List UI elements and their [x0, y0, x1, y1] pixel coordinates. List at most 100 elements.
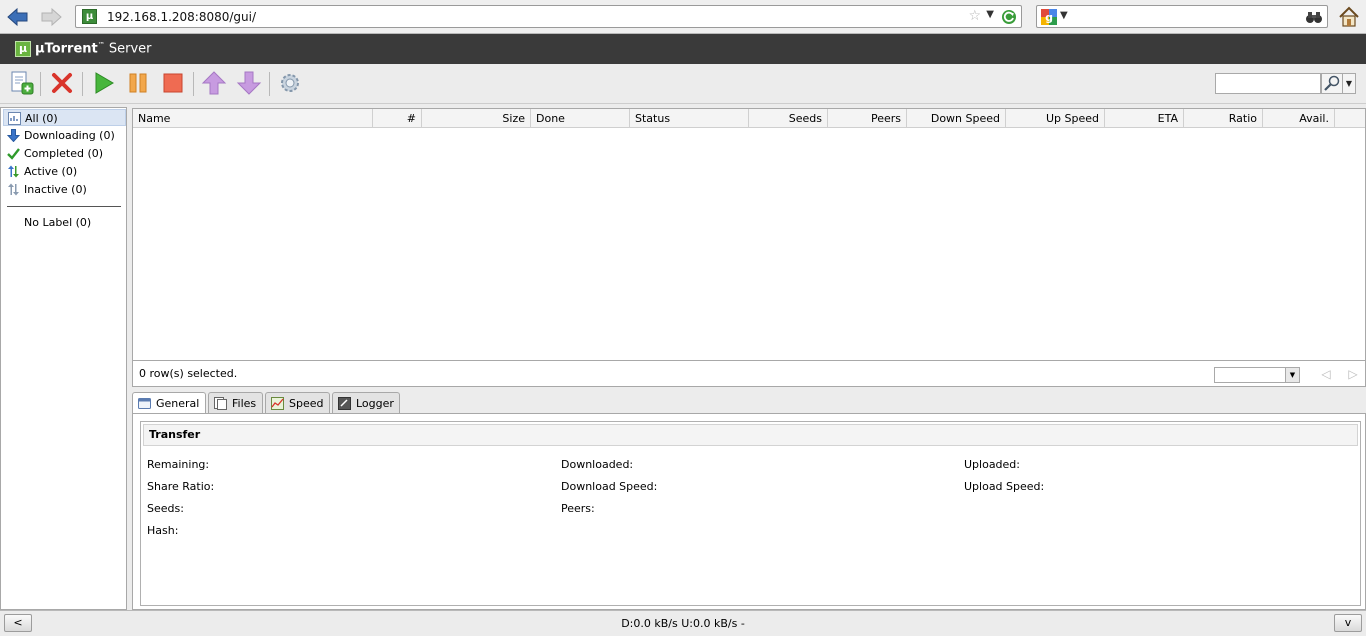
category-label: Downloading (0): [24, 129, 115, 142]
column-header-ratio[interactable]: Ratio: [1184, 109, 1263, 128]
column-header-status[interactable]: Status: [630, 109, 749, 128]
column-header-size[interactable]: Size: [422, 109, 531, 128]
column-header-peers[interactable]: Peers: [828, 109, 907, 128]
transfer-speed-status: D:0.0 kB/s U:0.0 kB/s -: [621, 617, 745, 630]
column-header-eta[interactable]: ETA: [1105, 109, 1184, 128]
download-speed-label: Download Speed:: [561, 480, 658, 493]
category-completed[interactable]: Completed (0): [3, 145, 126, 162]
general-tab-panel: Transfer Remaining: Downloaded: Uploaded…: [132, 413, 1366, 610]
url-history-dropdown-icon[interactable]: ▼: [986, 9, 994, 20]
search-engine-dropdown-icon[interactable]: ▼: [1060, 10, 1068, 21]
column-header-number[interactable]: #: [373, 109, 422, 128]
torrent-search-button[interactable]: [1321, 73, 1343, 94]
gear-icon: [281, 74, 299, 92]
arrow-down-icon: [236, 71, 262, 95]
arrow-up-icon: [201, 71, 227, 95]
app-title: µTorrent™ Server: [35, 41, 152, 57]
category-all[interactable]: All (0): [3, 109, 126, 126]
category-label: Active (0): [24, 165, 78, 178]
category-divider: [7, 206, 121, 207]
tab-speed[interactable]: Speed: [265, 392, 330, 414]
speed-graph-icon: [271, 397, 284, 410]
seeds-label: Seeds:: [147, 502, 184, 515]
column-header-availability[interactable]: Avail.: [1263, 109, 1335, 128]
category-active[interactable]: Active (0): [3, 163, 126, 180]
column-header-done[interactable]: Done: [531, 109, 630, 128]
main-toolbar: ▼: [0, 64, 1366, 104]
add-torrent-icon: [11, 71, 34, 95]
stop-icon: [163, 73, 183, 93]
back-button[interactable]: [6, 6, 30, 28]
torrent-search-input[interactable]: [1215, 73, 1321, 94]
column-header-seeds[interactable]: Seeds: [749, 109, 828, 128]
back-arrow-icon: [7, 7, 28, 27]
url-text[interactable]: 192.168.1.208:8080/gui/: [107, 10, 256, 24]
move-down-button[interactable]: [236, 70, 262, 96]
category-inactive[interactable]: Inactive (0): [3, 181, 126, 198]
remaining-label: Remaining:: [147, 458, 210, 471]
binoculars-icon[interactable]: [1305, 9, 1323, 25]
bookmark-star-icon[interactable]: ☆: [968, 8, 981, 24]
home-icon[interactable]: [1337, 5, 1361, 29]
hash-label: Hash:: [147, 524, 179, 537]
chevron-down-icon: ▼: [1285, 368, 1299, 382]
checkmark-icon: [7, 148, 20, 160]
tab-label: Logger: [356, 397, 394, 410]
play-icon: [95, 72, 114, 94]
category-downloading[interactable]: Downloading (0): [3, 127, 126, 144]
active-transfer-icon: [8, 165, 19, 178]
tab-label: Files: [232, 397, 257, 410]
tab-label: Speed: [289, 397, 324, 410]
peers-label: Peers:: [561, 502, 595, 515]
start-button[interactable]: [91, 70, 117, 96]
label-no-label[interactable]: No Label (0): [3, 214, 126, 231]
column-header-up-speed[interactable]: Up Speed: [1006, 109, 1105, 128]
site-favicon-icon: µ: [82, 9, 97, 24]
transfer-section: Transfer Remaining: Downloaded: Uploaded…: [140, 421, 1361, 606]
upload-speed-label: Upload Speed:: [964, 480, 1045, 493]
previous-page-button[interactable]: ◁: [1319, 366, 1333, 382]
list-status-bar: 0 row(s) selected. ▼ ◁ ▷: [133, 360, 1365, 386]
toolbar-separator: [40, 72, 41, 96]
category-label: Completed (0): [24, 147, 104, 160]
pause-icon: [129, 73, 147, 93]
torrent-list: Name # Size Done Status Seeds Peers Down…: [132, 108, 1366, 387]
remove-button[interactable]: [49, 70, 75, 96]
page-select[interactable]: ▼: [1214, 367, 1300, 383]
search-engine-logo-icon[interactable]: g: [1041, 9, 1057, 25]
share-ratio-label: Share Ratio:: [147, 480, 215, 493]
detail-tabs: General Files Speed Logger: [132, 392, 1366, 415]
tab-logger[interactable]: Logger: [332, 392, 400, 414]
toggle-detail-pane-button[interactable]: v: [1334, 614, 1362, 632]
toolbar-separator: [82, 72, 83, 96]
tab-files[interactable]: Files: [208, 392, 263, 414]
status-bar: < D:0.0 kB/s U:0.0 kB/s - v: [0, 610, 1366, 636]
stop-button[interactable]: [160, 70, 186, 96]
add-torrent-button[interactable]: [9, 70, 35, 96]
torrent-list-header: Name # Size Done Status Seeds Peers Down…: [133, 109, 1365, 128]
pause-button[interactable]: [125, 70, 151, 96]
move-up-button[interactable]: [201, 70, 227, 96]
column-header-down-speed[interactable]: Down Speed: [907, 109, 1006, 128]
search-options-dropdown-icon[interactable]: ▼: [1343, 73, 1356, 94]
browser-search-box[interactable]: g ▼: [1036, 5, 1328, 28]
toolbar-separator: [193, 72, 194, 96]
browser-toolbar: µ 192.168.1.208:8080/gui/ ☆ ▼ g ▼: [0, 0, 1366, 34]
inactive-transfer-icon: [8, 183, 19, 196]
settings-button[interactable]: [277, 70, 303, 96]
next-page-button[interactable]: ▷: [1346, 366, 1360, 382]
url-bar[interactable]: µ 192.168.1.208:8080/gui/ ☆ ▼: [75, 5, 1022, 28]
reload-icon[interactable]: [1001, 9, 1017, 25]
general-info-icon: [138, 398, 151, 409]
column-header-name[interactable]: Name: [133, 109, 373, 128]
category-sidebar: All (0) Downloading (0) Completed (0) Ac…: [0, 107, 127, 610]
all-icon: [8, 112, 21, 125]
forward-arrow-icon: [41, 7, 62, 27]
selected-rows-count: 0 row(s) selected.: [139, 367, 238, 380]
svg-text:g: g: [1045, 11, 1053, 24]
section-heading: Transfer: [143, 424, 1358, 446]
forward-button[interactable]: [39, 6, 63, 28]
toolbar-separator: [269, 72, 270, 96]
downloaded-label: Downloaded:: [561, 458, 634, 471]
tab-general[interactable]: General: [132, 392, 206, 415]
